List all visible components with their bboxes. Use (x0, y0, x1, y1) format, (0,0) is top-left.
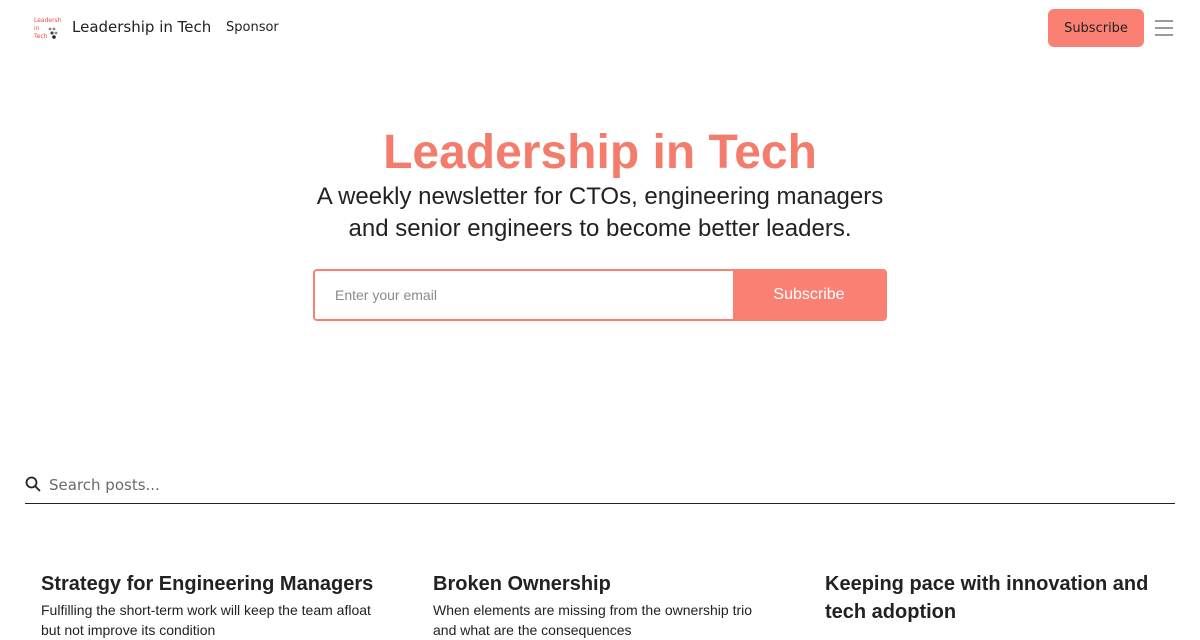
subscribe-form: Subscribe (313, 269, 887, 321)
post-card[interactable]: Keeping pace with innovation and tech ad… (825, 570, 1165, 628)
hero-subtitle: A weekly newsletter for CTOs, engineerin… (316, 183, 884, 242)
hamburger-menu-icon[interactable] (1155, 20, 1173, 36)
post-excerpt: When elements are missing from the owner… (433, 602, 753, 638)
search-bar (25, 467, 1175, 504)
site-logo[interactable]: Leadership in Tech (32, 15, 62, 41)
svg-text:in: in (34, 25, 40, 32)
site-name[interactable]: Leadership in Tech (72, 18, 211, 36)
hero-subscribe-button[interactable]: Subscribe (733, 271, 885, 319)
nav-link-sponsor[interactable]: Sponsor (226, 20, 279, 35)
email-input[interactable] (315, 271, 733, 319)
search-input[interactable] (49, 471, 1149, 499)
header-subscribe-button[interactable]: Subscribe (1048, 9, 1144, 47)
svg-text:Tech: Tech (33, 33, 48, 40)
search-icon (25, 476, 41, 492)
post-title[interactable]: Broken Ownership (433, 570, 773, 598)
post-title[interactable]: Keeping pace with innovation and tech ad… (825, 570, 1165, 626)
site-header: Leadership in Tech Leadership in Tech Sp… (0, 0, 1200, 56)
svg-text:Leadership: Leadership (34, 17, 62, 24)
post-title[interactable]: Strategy for Engineering Managers (41, 570, 381, 598)
post-excerpt: Fulfilling the short-term work will keep… (41, 602, 371, 638)
hero-title: Leadership in Tech (383, 126, 817, 179)
